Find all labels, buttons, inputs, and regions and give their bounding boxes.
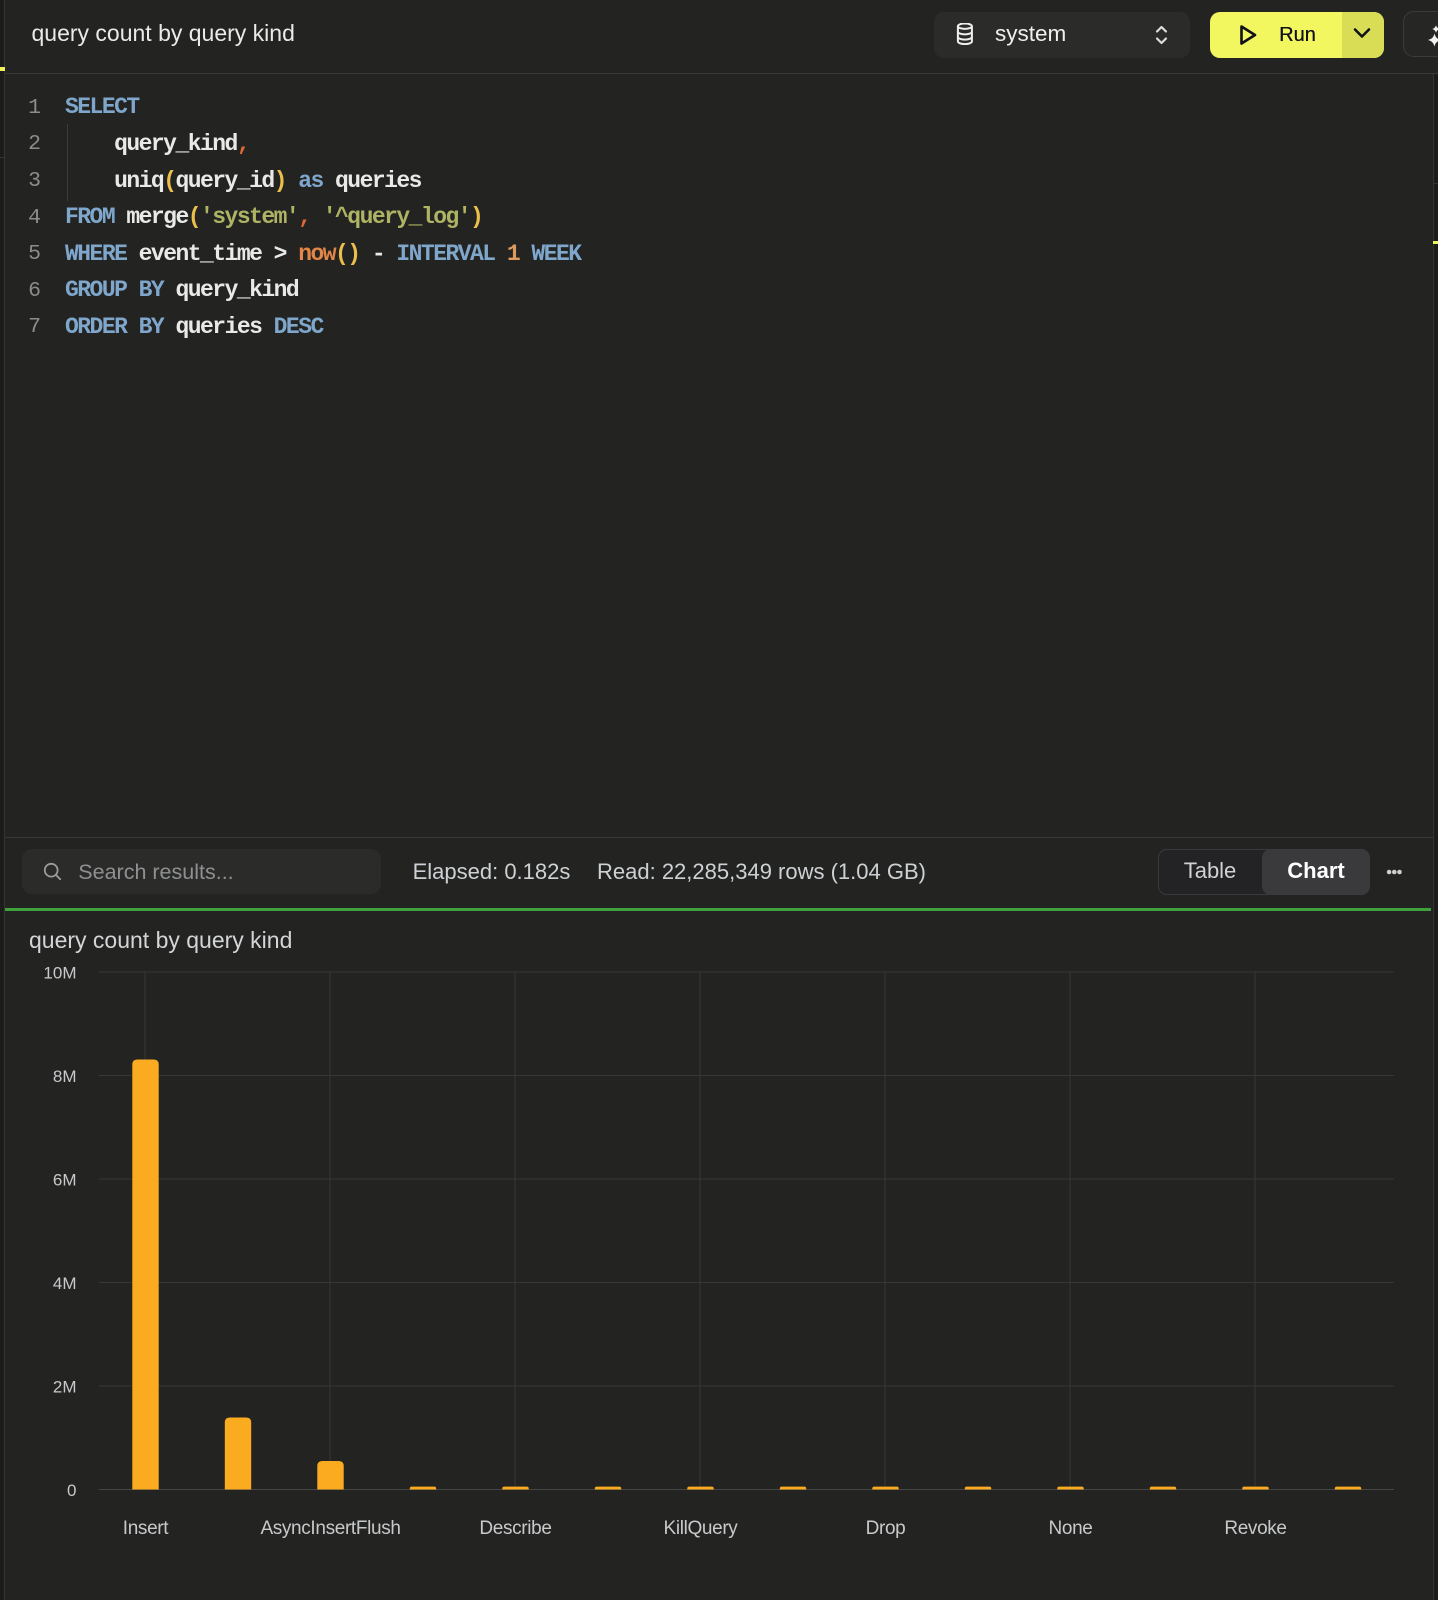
svg-text:6M: 6M xyxy=(53,1171,77,1190)
svg-text:AsyncInsertFlush: AsyncInsertFlush xyxy=(260,1518,400,1539)
svg-text:Insert: Insert xyxy=(123,1518,169,1539)
svg-text:2M: 2M xyxy=(53,1378,77,1397)
svg-text:8M: 8M xyxy=(53,1067,77,1086)
svg-text:Revoke: Revoke xyxy=(1224,1518,1286,1539)
svg-text:0: 0 xyxy=(67,1481,76,1500)
svg-text:10M: 10M xyxy=(43,964,76,983)
svg-text:KillQuery: KillQuery xyxy=(664,1518,739,1539)
svg-text:4M: 4M xyxy=(53,1274,77,1293)
svg-text:Describe: Describe xyxy=(479,1518,551,1539)
svg-text:None: None xyxy=(1048,1518,1092,1539)
svg-text:Drop: Drop xyxy=(866,1518,906,1539)
